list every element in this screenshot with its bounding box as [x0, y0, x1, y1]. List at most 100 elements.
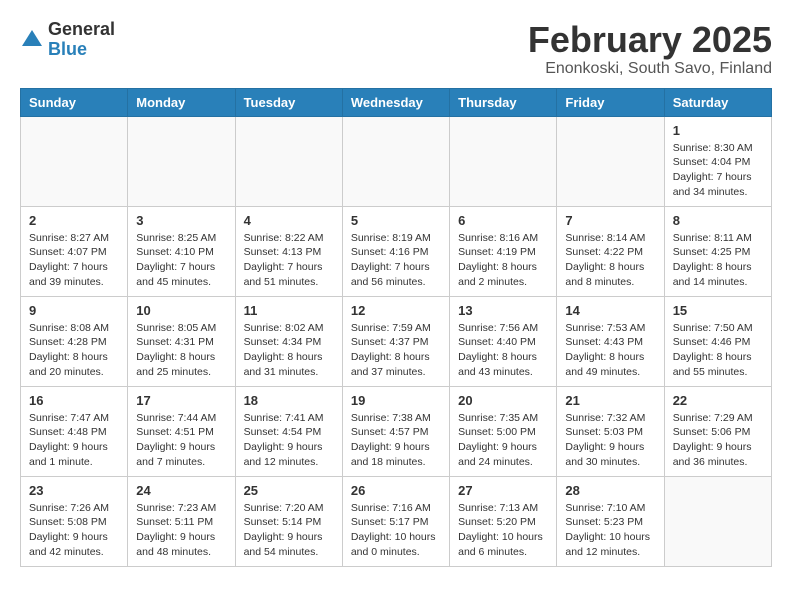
day-number: 4 [244, 213, 334, 228]
day-info: Sunrise: 8:22 AM Sunset: 4:13 PM Dayligh… [244, 231, 334, 290]
calendar-cell: 22 Sunrise: 7:29 AM Sunset: 5:06 PM Dayli… [664, 386, 771, 476]
day-number: 23 [29, 483, 119, 498]
calendar-cell: 15 Sunrise: 7:50 AM Sunset: 4:46 PM Dayli… [664, 296, 771, 386]
logo-icon [20, 28, 44, 52]
day-number: 25 [244, 483, 334, 498]
day-info: Sunrise: 8:08 AM Sunset: 4:28 PM Dayligh… [29, 321, 119, 380]
day-number: 20 [458, 393, 548, 408]
weekday-header: Sunday [21, 88, 128, 116]
calendar-week-row: 16 Sunrise: 7:47 AM Sunset: 4:48 PM Dayli… [21, 386, 772, 476]
day-info: Sunrise: 7:16 AM Sunset: 5:17 PM Dayligh… [351, 501, 441, 560]
day-info: Sunrise: 8:25 AM Sunset: 4:10 PM Dayligh… [136, 231, 226, 290]
calendar-cell: 3 Sunrise: 8:25 AM Sunset: 4:10 PM Daylig… [128, 206, 235, 296]
calendar-cell: 8Sunrise: 8:11 AM Sunset: 4:25 PM Daylig… [664, 206, 771, 296]
calendar-cell: 17 Sunrise: 7:44 AM Sunset: 4:51 PM Dayli… [128, 386, 235, 476]
day-number: 19 [351, 393, 441, 408]
day-info: Sunrise: 8:30 AM Sunset: 4:04 PM Dayligh… [673, 141, 763, 200]
day-number: 21 [565, 393, 655, 408]
calendar-cell [342, 116, 449, 206]
calendar-cell: 6Sunrise: 8:16 AM Sunset: 4:19 PM Daylig… [450, 206, 557, 296]
calendar-cell: 28Sunrise: 7:10 AM Sunset: 5:23 PM Dayli… [557, 476, 664, 566]
day-number: 28 [565, 483, 655, 498]
day-number: 22 [673, 393, 763, 408]
calendar-subtitle: Enonkoski, South Savo, Finland [528, 60, 772, 78]
day-number: 18 [244, 393, 334, 408]
calendar-cell: 11Sunrise: 8:02 AM Sunset: 4:34 PM Dayli… [235, 296, 342, 386]
header: General Blue February 2025 Enonkoski, So… [20, 20, 772, 78]
day-number: 1 [673, 123, 763, 138]
calendar-cell: 23 Sunrise: 7:26 AM Sunset: 5:08 PM Dayli… [21, 476, 128, 566]
day-number: 27 [458, 483, 548, 498]
day-info: Sunrise: 7:29 AM Sunset: 5:06 PM Dayligh… [673, 411, 763, 470]
calendar-cell: 1 Sunrise: 8:30 AM Sunset: 4:04 PM Daylig… [664, 116, 771, 206]
day-info: Sunrise: 7:32 AM Sunset: 5:03 PM Dayligh… [565, 411, 655, 470]
day-info: Sunrise: 7:41 AM Sunset: 4:54 PM Dayligh… [244, 411, 334, 470]
day-info: Sunrise: 7:53 AM Sunset: 4:43 PM Dayligh… [565, 321, 655, 380]
day-number: 3 [136, 213, 226, 228]
day-number: 26 [351, 483, 441, 498]
day-number: 9 [29, 303, 119, 318]
day-info: Sunrise: 7:44 AM Sunset: 4:51 PM Dayligh… [136, 411, 226, 470]
calendar-cell [450, 116, 557, 206]
day-info: Sunrise: 7:50 AM Sunset: 4:46 PM Dayligh… [673, 321, 763, 380]
day-info: Sunrise: 8:02 AM Sunset: 4:34 PM Dayligh… [244, 321, 334, 380]
day-number: 15 [673, 303, 763, 318]
calendar-cell: 27Sunrise: 7:13 AM Sunset: 5:20 PM Dayli… [450, 476, 557, 566]
logo-general: General [48, 19, 115, 39]
calendar-cell: 5 Sunrise: 8:19 AM Sunset: 4:16 PM Daylig… [342, 206, 449, 296]
day-info: Sunrise: 7:26 AM Sunset: 5:08 PM Dayligh… [29, 501, 119, 560]
calendar-cell: 26 Sunrise: 7:16 AM Sunset: 5:17 PM Dayli… [342, 476, 449, 566]
calendar-week-row: 2 Sunrise: 8:27 AM Sunset: 4:07 PM Daylig… [21, 206, 772, 296]
day-number: 2 [29, 213, 119, 228]
weekday-header-row: SundayMondayTuesdayWednesdayThursdayFrid… [21, 88, 772, 116]
day-number: 13 [458, 303, 548, 318]
day-number: 7 [565, 213, 655, 228]
day-info: Sunrise: 8:19 AM Sunset: 4:16 PM Dayligh… [351, 231, 441, 290]
day-info: Sunrise: 7:47 AM Sunset: 4:48 PM Dayligh… [29, 411, 119, 470]
calendar-table: SundayMondayTuesdayWednesdayThursdayFrid… [20, 88, 772, 567]
weekday-header: Friday [557, 88, 664, 116]
day-info: Sunrise: 7:23 AM Sunset: 5:11 PM Dayligh… [136, 501, 226, 560]
calendar-week-row: 23 Sunrise: 7:26 AM Sunset: 5:08 PM Dayli… [21, 476, 772, 566]
weekday-header: Monday [128, 88, 235, 116]
day-number: 16 [29, 393, 119, 408]
weekday-header: Wednesday [342, 88, 449, 116]
calendar-title: February 2025 [528, 20, 772, 60]
day-info: Sunrise: 7:59 AM Sunset: 4:37 PM Dayligh… [351, 321, 441, 380]
calendar-cell: 24Sunrise: 7:23 AM Sunset: 5:11 PM Dayli… [128, 476, 235, 566]
calendar-cell: 14 Sunrise: 7:53 AM Sunset: 4:43 PM Dayli… [557, 296, 664, 386]
day-info: Sunrise: 7:20 AM Sunset: 5:14 PM Dayligh… [244, 501, 334, 560]
calendar-cell: 21 Sunrise: 7:32 AM Sunset: 5:03 PM Dayli… [557, 386, 664, 476]
day-info: Sunrise: 7:38 AM Sunset: 4:57 PM Dayligh… [351, 411, 441, 470]
calendar-cell [128, 116, 235, 206]
calendar-cell: 12 Sunrise: 7:59 AM Sunset: 4:37 PM Dayli… [342, 296, 449, 386]
calendar-cell: 7 Sunrise: 8:14 AM Sunset: 4:22 PM Daylig… [557, 206, 664, 296]
day-number: 5 [351, 213, 441, 228]
day-number: 8 [673, 213, 763, 228]
day-info: Sunrise: 7:35 AM Sunset: 5:00 PM Dayligh… [458, 411, 548, 470]
calendar-cell: 2 Sunrise: 8:27 AM Sunset: 4:07 PM Daylig… [21, 206, 128, 296]
calendar-week-row: 1 Sunrise: 8:30 AM Sunset: 4:04 PM Daylig… [21, 116, 772, 206]
logo: General Blue [20, 20, 115, 60]
calendar-cell: 10Sunrise: 8:05 AM Sunset: 4:31 PM Dayli… [128, 296, 235, 386]
calendar-week-row: 9 Sunrise: 8:08 AM Sunset: 4:28 PM Daylig… [21, 296, 772, 386]
day-number: 12 [351, 303, 441, 318]
calendar-cell: 19 Sunrise: 7:38 AM Sunset: 4:57 PM Dayli… [342, 386, 449, 476]
weekday-header: Tuesday [235, 88, 342, 116]
day-number: 17 [136, 393, 226, 408]
weekday-header: Thursday [450, 88, 557, 116]
calendar-cell: 25 Sunrise: 7:20 AM Sunset: 5:14 PM Dayli… [235, 476, 342, 566]
day-info: Sunrise: 7:56 AM Sunset: 4:40 PM Dayligh… [458, 321, 548, 380]
day-info: Sunrise: 8:14 AM Sunset: 4:22 PM Dayligh… [565, 231, 655, 290]
calendar-cell [235, 116, 342, 206]
title-section: February 2025 Enonkoski, South Savo, Fin… [528, 20, 772, 78]
day-number: 14 [565, 303, 655, 318]
calendar-cell: 16 Sunrise: 7:47 AM Sunset: 4:48 PM Dayli… [21, 386, 128, 476]
calendar-cell: 4 Sunrise: 8:22 AM Sunset: 4:13 PM Daylig… [235, 206, 342, 296]
weekday-header: Saturday [664, 88, 771, 116]
day-number: 10 [136, 303, 226, 318]
day-info: Sunrise: 8:27 AM Sunset: 4:07 PM Dayligh… [29, 231, 119, 290]
day-number: 6 [458, 213, 548, 228]
logo-blue: Blue [48, 39, 87, 59]
calendar-cell [557, 116, 664, 206]
